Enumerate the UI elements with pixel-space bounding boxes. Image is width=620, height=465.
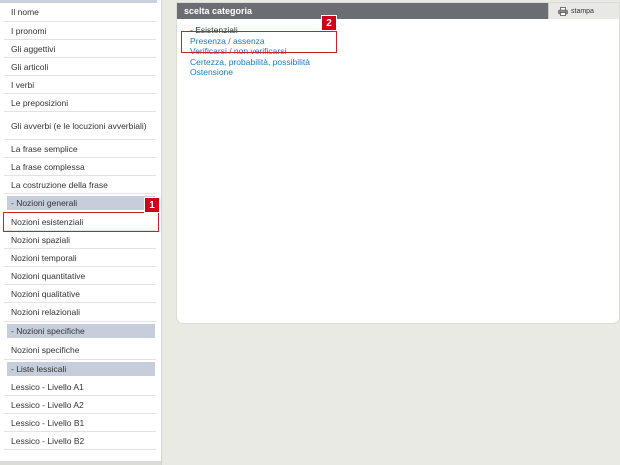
section-header-nozioni-generali: - Nozioni generali: [7, 196, 155, 210]
sidebar-item-label: Gli aggettivi: [11, 43, 56, 54]
section-header-label: - Nozioni generali: [11, 198, 78, 208]
sidebar-item-i-pronomi[interactable]: I pronomi: [4, 22, 156, 40]
category-panel: scelta categoria stampa - Esistenziali P…: [177, 3, 619, 323]
highlight-box-category: [181, 31, 337, 53]
sidebar-item-label: Il nome: [11, 7, 39, 17]
sidebar-item-le-preposizioni[interactable]: Le preposizioni: [4, 94, 156, 112]
sidebar-item-la-costruzione-della-frase[interactable]: La costruzione della frase: [4, 176, 156, 194]
sidebar-item-nozioni-specifiche[interactable]: Nozioni specifiche: [4, 341, 156, 360]
sidebar-item-label: Gli articoli: [11, 61, 49, 72]
print-button[interactable]: stampa: [548, 3, 619, 19]
sidebar-item-label: Lessico - Livello A1: [11, 381, 84, 392]
sidebar-item-label: Nozioni temporali: [11, 252, 77, 263]
sidebar-item-lessico-a1[interactable]: Lessico - Livello A1: [4, 378, 156, 396]
panel-title: scelta categoria: [184, 6, 253, 16]
highlight-box-selected-item: [3, 212, 159, 232]
sidebar-item-lessico-b2[interactable]: Lessico - Livello B2: [4, 432, 156, 450]
sidebar-item-label: La costruzione della frase: [11, 179, 108, 190]
section-header-nozioni-specifiche: - Nozioni specifiche: [7, 324, 155, 338]
sidebar-item-label: Lessico - Livello A2: [11, 399, 84, 410]
sidebar-item-label: Lessico - Livello B2: [11, 435, 85, 446]
section-header-liste-lessicali: - Liste lessicali: [7, 362, 155, 376]
sidebar-item-lessico-b1[interactable]: Lessico - Livello B1: [4, 414, 156, 432]
panel-header: scelta categoria stampa: [177, 3, 619, 19]
section-header-label: - Nozioni specifiche: [11, 326, 85, 336]
print-label: stampa: [571, 7, 594, 15]
sidebar-item-label: La frase complessa: [11, 161, 85, 172]
printer-icon: [558, 6, 568, 16]
sidebar: Il nome I pronomi Gli aggettivi Gli arti…: [0, 0, 162, 465]
sidebar-item-label: Nozioni quantitative: [11, 270, 86, 281]
sidebar-item-nozioni-quantitative[interactable]: Nozioni quantitative: [4, 267, 156, 285]
sidebar-bottom-band: [0, 461, 161, 465]
annotation-badge-2: 2: [321, 15, 337, 31]
sidebar-item-label: La frase semplice: [11, 143, 78, 154]
sidebar-item-label: Le preposizioni: [11, 97, 69, 108]
sidebar-item-label: Nozioni spaziali: [11, 234, 71, 245]
sidebar-item-nozioni-temporali[interactable]: Nozioni temporali: [4, 249, 156, 267]
sidebar-item-gli-articoli[interactable]: Gli articoli: [4, 58, 156, 76]
sidebar-item-i-verbi[interactable]: I verbi: [4, 76, 156, 94]
sidebar-item-la-frase-complessa[interactable]: La frase complessa: [4, 158, 156, 176]
sidebar-item-label: Nozioni relazionali: [11, 307, 80, 317]
annotation-badge-1: 1: [144, 197, 160, 213]
sidebar-item-la-frase-semplice[interactable]: La frase semplice: [4, 140, 156, 158]
sidebar-item-label: Nozioni qualitative: [11, 288, 80, 299]
sidebar-item-nozioni-relazionali[interactable]: Nozioni relazionali: [4, 303, 156, 322]
category-link-certezza[interactable]: Certezza, probabilità, possibilità: [190, 57, 310, 68]
category-link-ostensione[interactable]: Ostensione: [190, 67, 310, 78]
sidebar-item-label: Nozioni specifiche: [11, 345, 80, 355]
sidebar-item-label: I verbi: [11, 79, 35, 90]
sidebar-item-lessico-a2[interactable]: Lessico - Livello A2: [4, 396, 156, 414]
sidebar-item-label: I pronomi: [11, 25, 47, 36]
section-header-label: - Liste lessicali: [11, 364, 67, 374]
sidebar-item-label: Lessico - Livello B1: [11, 417, 85, 428]
sidebar-item-nozioni-spaziali[interactable]: Nozioni spaziali: [4, 231, 156, 249]
sidebar-item-label: Gli avverbi (e le locuzioni avverbiali): [11, 120, 147, 131]
sidebar-item-nozioni-qualitative[interactable]: Nozioni qualitative: [4, 285, 156, 303]
sidebar-item-gli-avverbi[interactable]: Gli avverbi (e le locuzioni avverbiali): [4, 112, 156, 140]
sidebar-item-il-nome[interactable]: Il nome: [4, 3, 156, 22]
sidebar-item-gli-aggettivi[interactable]: Gli aggettivi: [4, 40, 156, 58]
